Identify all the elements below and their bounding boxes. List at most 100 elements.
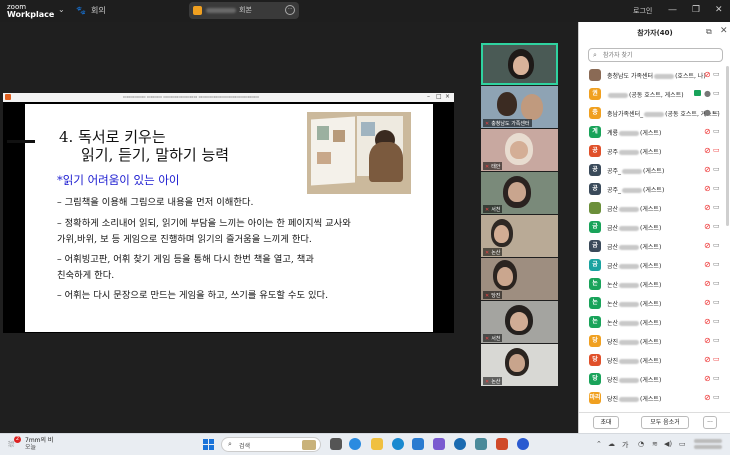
participant-row[interactable]: 금 금산 (게스트) ⊘ ▭ <box>579 218 725 237</box>
invite-button[interactable]: 초대 <box>593 416 619 429</box>
participant-row[interactable]: 금산 (게스트) ⊘ ▭ <box>579 199 725 218</box>
chevron-down-icon[interactable]: ⌄ <box>58 5 65 14</box>
meeting-info-pill[interactable]: 회본 ··· <box>189 2 299 19</box>
mic-muted-icon[interactable]: ⊘ <box>704 279 711 288</box>
copilot-icon[interactable] <box>349 438 361 450</box>
camera-icon[interactable]: ▭ <box>713 222 720 230</box>
camera-icon[interactable]: ▭ <box>713 70 720 78</box>
participant-row[interactable]: 논 논산 (게스트) ⊘ ▭ <box>579 275 725 294</box>
meeting-menu[interactable]: 🐾 회의 <box>76 5 106 16</box>
cloud-icon[interactable]: ☁ <box>608 440 615 448</box>
camera-icon[interactable]: ▭ <box>713 203 720 211</box>
mic-muted-icon[interactable]: ⊘ <box>704 165 711 174</box>
mic-muted-icon[interactable]: ⊘ <box>704 260 711 269</box>
taskbar-search[interactable]: ⌕ 검색 <box>221 437 321 452</box>
participant-row[interactable]: 충 충남가족센터_ (공동 호스트, 게스트) ● ▭ <box>579 104 725 123</box>
camera-icon[interactable]: ▭ <box>713 317 720 325</box>
participant-row[interactable]: 금 금산 (게스트) ⊘ ▭ <box>579 237 725 256</box>
clock[interactable] <box>691 437 727 452</box>
participant-row[interactable]: 당 당진 (게스트) ⊘ ▭ <box>579 370 725 389</box>
mic-icon[interactable]: ● <box>704 89 711 98</box>
camera-icon[interactable]: ▭ <box>713 89 720 97</box>
mic-icon[interactable]: ● <box>704 108 711 117</box>
participant-row[interactable]: 공 공주_ (게스트) ⊘ ▭ <box>579 180 725 199</box>
mic-muted-icon[interactable]: ⊘ <box>704 127 711 136</box>
close-icon[interactable]: ✕ <box>720 26 728 36</box>
participant-row[interactable]: 공 공주 (게스트) ⊘ ▭ <box>579 142 725 161</box>
participant-search-input[interactable] <box>603 51 713 60</box>
chevron-up-icon[interactable]: ⌃ <box>596 440 602 448</box>
mic-muted-icon[interactable]: ⊘ <box>704 184 711 193</box>
zoom-taskbar-icon[interactable] <box>517 438 529 450</box>
video-tile[interactable]: ✕ 서천 <box>481 172 558 214</box>
participant-name-prefix: 충남가족센터_ <box>607 111 644 118</box>
participant-name-prefix: 공주_ <box>607 168 622 175</box>
participant-row[interactable]: 계 계룡 (게스트) ⊘ ▭ <box>579 123 725 142</box>
camera-icon[interactable]: ▭ <box>713 108 720 116</box>
participant-row[interactable]: 마리 당진 (게스트) ⊘ ▭ <box>579 389 725 408</box>
powerpoint-icon[interactable] <box>496 438 508 450</box>
mic-muted-icon[interactable]: ⊘ <box>704 146 711 155</box>
scrollbar[interactable] <box>726 66 729 226</box>
participant-row[interactable]: 논 논산 (게스트) ⊘ ▭ <box>579 294 725 313</box>
task-view-icon[interactable] <box>330 438 342 450</box>
camera-icon[interactable]: ▭ <box>713 298 720 306</box>
mic-muted-icon[interactable]: ⊘ <box>704 336 711 345</box>
volume-icon[interactable]: ◀) <box>664 440 672 448</box>
app-icon[interactable] <box>433 438 445 450</box>
camera-off-icon[interactable]: ▭ <box>713 146 720 154</box>
participant-search[interactable]: ⌕ <box>588 48 723 62</box>
video-tile[interactable]: ✕ 당진 <box>481 258 558 300</box>
mic-muted-icon[interactable]: ⊘ <box>704 393 711 402</box>
close-icon[interactable]: ✕ <box>715 5 723 15</box>
mic-muted-icon[interactable]: ⊘ <box>704 70 711 79</box>
participant-row[interactable]: 충청남도 가족센터 (호스트, 나) ⊘ ▭ <box>579 66 725 85</box>
camera-icon[interactable]: ▭ <box>713 279 720 287</box>
more-icon[interactable]: ··· <box>285 5 295 15</box>
video-tile[interactable]: ✕ 태안 <box>481 129 558 171</box>
network-icon[interactable]: ◔ <box>638 440 644 448</box>
app-icon[interactable] <box>454 438 466 450</box>
mic-muted-icon[interactable]: ⊘ <box>704 241 711 250</box>
mic-muted-icon[interactable]: ⊘ <box>704 374 711 383</box>
file-explorer-icon[interactable] <box>371 438 383 450</box>
participant-row[interactable]: 공 공주_ (게스트) ⊘ ▭ <box>579 161 725 180</box>
camera-icon[interactable]: ▭ <box>713 127 720 135</box>
camera-icon[interactable]: ▭ <box>713 393 720 401</box>
camera-icon[interactable]: ▭ <box>713 184 720 192</box>
mic-muted-icon[interactable]: ⊘ <box>704 317 711 326</box>
participant-row[interactable]: 금 금산 (게스트) ⊘ ▭ <box>579 256 725 275</box>
battery-icon[interactable]: ▭ <box>679 440 686 448</box>
mic-muted-icon[interactable]: ⊘ <box>704 222 711 231</box>
video-tile[interactable]: ✕ 논산 <box>481 215 558 257</box>
mic-muted-icon[interactable]: ⊘ <box>704 298 711 307</box>
participant-row[interactable]: 당 당진 (게스트) ⊘ ▭ <box>579 332 725 351</box>
app-icon[interactable] <box>475 438 487 450</box>
camera-off-icon[interactable]: ▭ <box>713 355 720 363</box>
video-tile[interactable]: ✕ 서천 <box>481 301 558 343</box>
camera-icon[interactable]: ▭ <box>713 374 720 382</box>
camera-icon[interactable]: ▭ <box>713 241 720 249</box>
minimize-icon[interactable]: — <box>668 5 677 15</box>
mic-muted-icon[interactable]: ⊘ <box>704 203 711 212</box>
camera-icon[interactable]: ▭ <box>713 336 720 344</box>
participant-row[interactable]: 권 (공동 호스트, 게스트) ● ▭ <box>579 85 725 104</box>
participant-row[interactable]: 당 당진 (게스트) ⊘ ▭ <box>579 351 725 370</box>
more-button[interactable]: ··· <box>703 416 717 429</box>
login-button[interactable]: 로그인 <box>633 6 652 16</box>
language-icon[interactable]: 가 <box>622 440 628 450</box>
camera-icon[interactable]: ▭ <box>713 260 720 268</box>
camera-icon[interactable]: ▭ <box>713 165 720 173</box>
edge-icon[interactable] <box>392 438 404 450</box>
store-icon[interactable] <box>412 438 424 450</box>
windows-start-icon[interactable] <box>203 439 214 450</box>
video-tile[interactable]: ✕ 충청남도 가족센터 <box>481 86 558 128</box>
restore-icon[interactable]: ❐ <box>692 5 700 15</box>
mic-muted-icon[interactable]: ⊘ <box>704 355 711 364</box>
mute-all-button[interactable]: 모두 음소거 <box>641 416 689 429</box>
video-tile[interactable]: ✕ 논산 <box>481 344 558 386</box>
participant-row[interactable]: 논 논산 (게스트) ⊘ ▭ <box>579 313 725 332</box>
video-tile[interactable] <box>481 43 558 85</box>
popout-icon[interactable]: ⧉ <box>706 27 712 37</box>
wifi-icon[interactable]: ≋ <box>652 440 658 448</box>
